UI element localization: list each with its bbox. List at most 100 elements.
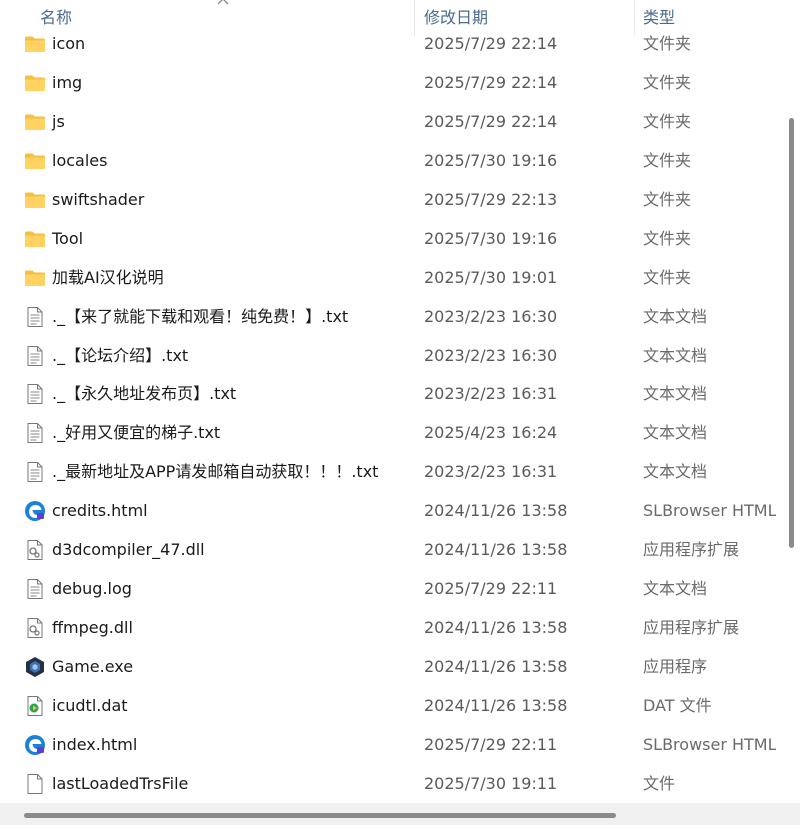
file-type: 文本文档: [643, 423, 708, 443]
file-name: credits.html: [52, 501, 148, 521]
file-modified-date: 2025/4/23 16:24: [424, 423, 558, 443]
folder-icon: [24, 189, 46, 211]
file-modified-date: 2023/2/23 16:30: [424, 345, 558, 365]
file-modified-date: 2025/7/29 22:14: [424, 111, 558, 131]
file-name: js: [52, 111, 65, 131]
file-type: 文件夹: [643, 267, 692, 287]
file-type: 文本文档: [643, 462, 708, 482]
file-modified-date: 2025/7/30 19:16: [424, 228, 558, 248]
dll-gear-icon: [24, 617, 46, 639]
file-modified-date: 2025/7/30 19:16: [424, 150, 558, 170]
dat-file-icon: [24, 695, 46, 717]
file-row[interactable]: icon 2025/7/29 22:14 文件夹: [0, 25, 776, 64]
file-name: ._【论坛介绍】.txt: [52, 345, 189, 365]
file-modified-date: 2025/7/29 22:13: [424, 189, 558, 209]
folder-icon: [24, 72, 46, 94]
browser-html-icon: [24, 734, 46, 756]
file-name: swiftshader: [52, 189, 145, 209]
file-row[interactable]: icudtl.dat 2024/11/26 13:58 DAT 文件: [0, 687, 776, 726]
folder-icon: [24, 267, 46, 289]
file-name: ._【来了就能下载和观看！纯免费！】.txt: [52, 306, 349, 326]
folder-icon: [24, 111, 46, 133]
file-modified-date: 2025/7/30 19:01: [424, 267, 558, 287]
vertical-scrollbar-thumb[interactable]: [789, 118, 794, 548]
file-name: Tool: [52, 228, 84, 248]
file-row[interactable]: ._【来了就能下载和观看！纯免费！】.txt 2023/2/23 16:30 文本文…: [0, 298, 776, 337]
file-type: DAT 文件: [643, 695, 712, 715]
text-document-icon: [24, 578, 46, 600]
file-type: 文件夹: [643, 111, 692, 131]
file-modified-date: 2023/2/23 16:31: [424, 384, 558, 404]
file-name: d3dcompiler_47.dll: [52, 540, 205, 560]
dll-gear-icon: [24, 539, 46, 561]
file-name: index.html: [52, 734, 138, 754]
file-modified-date: 2024/11/26 13:58: [424, 501, 568, 521]
sort-ascending-icon[interactable]: [216, 0, 230, 6]
file-type: SLBrowser HTML: [643, 734, 777, 754]
file-row[interactable]: 加载AI汉化说明 2025/7/30 19:01 文件夹: [0, 259, 776, 298]
file-modified-date: 2024/11/26 13:58: [424, 540, 568, 560]
file-name: locales: [52, 150, 108, 170]
file-type: 文件夹: [643, 189, 692, 209]
browser-html-icon: [24, 500, 46, 522]
file-row[interactable]: swiftshader 2025/7/29 22:13 文件夹: [0, 181, 776, 220]
file-row[interactable]: ._【论坛介绍】.txt 2023/2/23 16:30 文本文档: [0, 337, 776, 376]
file-modified-date: 2025/7/29 22:14: [424, 34, 558, 53]
file-modified-date: 2025/7/30 19:11: [424, 773, 558, 793]
file-type: 文件夹: [643, 34, 692, 53]
text-document-icon: [24, 461, 46, 483]
vertical-scrollbar[interactable]: [776, 0, 800, 803]
file-type: SLBrowser HTML: [643, 501, 777, 521]
file-name: icon: [52, 34, 86, 53]
file-row[interactable]: lastLoadedTrsFile 2025/7/30 19:11 文件: [0, 765, 776, 804]
file-modified-date: 2025/7/29 22:14: [424, 72, 558, 92]
file-row[interactable]: img 2025/7/29 22:14 文件夹: [0, 64, 776, 103]
file-row[interactable]: Tool 2025/7/30 19:16 文件夹: [0, 220, 776, 259]
file-name: lastLoadedTrsFile: [52, 773, 189, 793]
file-modified-date: 2024/11/26 13:58: [424, 695, 568, 715]
file-row[interactable]: d3dcompiler_47.dll 2024/11/26 13:58 应用程序扩展: [0, 531, 776, 570]
file-row[interactable]: index.html 2025/7/29 22:11 SLBrowser HTML: [0, 726, 777, 765]
file-row[interactable]: Game.exe 2024/11/26 13:58 应用程序: [0, 648, 776, 687]
file-name: Game.exe: [52, 657, 134, 676]
file-name: icudtl.dat: [52, 695, 128, 715]
file-modified-date: 2024/11/26 13:58: [424, 618, 568, 638]
file-row[interactable]: js 2025/7/29 22:14 文件夹: [0, 103, 776, 142]
file-row[interactable]: ._【永久地址发布页】.txt 2023/2/23 16:31 文本文档: [0, 375, 776, 414]
file-type: 文本文档: [643, 579, 708, 599]
file-type: 文件夹: [643, 150, 692, 170]
text-document-icon: [24, 306, 46, 328]
file-modified-date: 2025/7/29 22:11: [424, 579, 558, 599]
file-type: 文件夹: [643, 228, 692, 248]
file-type: 应用程序: [643, 657, 708, 676]
file-row[interactable]: ffmpeg.dll 2024/11/26 13:58 应用程序扩展: [0, 609, 776, 648]
folder-icon: [24, 150, 46, 172]
file-type: 文件: [643, 773, 676, 793]
file-list: icon 2025/7/29 22:14 文件夹 img 2025/7/29 22:14…: [0, 25, 777, 804]
file-type: 应用程序扩展: [643, 618, 740, 638]
file-type: 文本文档: [643, 306, 708, 326]
file-modified-date: 2025/7/29 22:11: [424, 734, 558, 754]
file-type: 应用程序扩展: [643, 540, 740, 560]
file-row[interactable]: ._最新地址及APP请发邮箱自动获取！！！.txt 2023/2/23 16:31…: [0, 453, 776, 492]
file-modified-date: 2024/11/26 13:58: [424, 657, 568, 676]
file-row[interactable]: locales 2025/7/30 19:16 文件夹: [0, 142, 776, 181]
file-row[interactable]: ._好用又便宜的梯子.txt 2025/4/23 16:24 文本文档: [0, 414, 776, 453]
file-name: img: [52, 72, 83, 92]
file-name: ffmpeg.dll: [52, 618, 133, 638]
blank-file-icon: [24, 773, 46, 795]
file-name: 加载AI汉化说明: [52, 267, 164, 287]
horizontal-scrollbar-thumb[interactable]: [24, 813, 616, 818]
file-type: 文件夹: [643, 72, 692, 92]
folder-icon: [24, 228, 46, 250]
file-modified-date: 2023/2/23 16:30: [424, 306, 558, 326]
text-document-icon: [24, 383, 46, 405]
file-row[interactable]: debug.log 2025/7/29 22:11 文本文档: [0, 570, 776, 609]
file-row[interactable]: credits.html 2024/11/26 13:58 SLBrowser HT…: [0, 492, 777, 531]
file-name: ._【永久地址发布页】.txt: [52, 384, 237, 404]
file-type: 文本文档: [643, 384, 708, 404]
file-modified-date: 2023/2/23 16:31: [424, 462, 558, 482]
file-name: debug.log: [52, 579, 132, 599]
file-type: 文本文档: [643, 345, 708, 365]
text-document-icon: [24, 422, 46, 444]
